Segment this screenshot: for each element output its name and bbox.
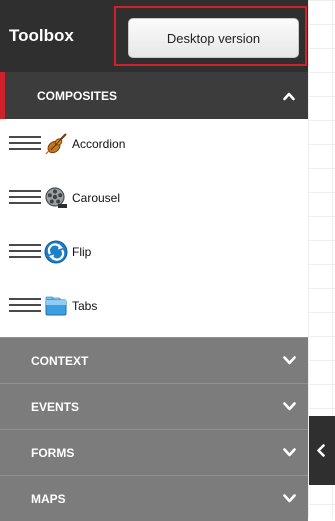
flip-arrows-icon	[44, 240, 68, 264]
film-reel-icon	[45, 187, 67, 208]
category-maps[interactable]: MAPS	[0, 475, 308, 521]
category-label-maps: MAPS	[31, 492, 66, 506]
chevron-down-icon[interactable]	[283, 356, 296, 365]
composites-label: COMPOSITES	[37, 89, 118, 103]
list-item-carousel[interactable]: Carousel	[0, 173, 308, 227]
drag-handle-icon[interactable]	[9, 136, 41, 151]
category-label-context: CONTEXT	[31, 354, 89, 368]
category-label-forms: FORMS	[31, 446, 75, 460]
item-label-carousel: Carousel	[72, 191, 121, 205]
chevron-left-icon	[317, 444, 325, 457]
chevron-up-icon[interactable]	[283, 91, 295, 101]
desktop-version-button[interactable]: Desktop version	[128, 18, 299, 58]
item-label-accordion: Accordion	[72, 137, 126, 151]
category-label-events: EVENTS	[31, 400, 80, 414]
list-item-accordion[interactable]: Accordion	[0, 119, 308, 173]
drag-handle-icon[interactable]	[9, 190, 41, 205]
list-item-tabs[interactable]: Tabs	[0, 281, 308, 335]
chevron-down-icon[interactable]	[283, 494, 296, 503]
drag-handle-icon[interactable]	[9, 244, 41, 259]
item-label-flip: Flip	[72, 245, 92, 259]
chevron-down-icon[interactable]	[283, 448, 296, 457]
active-section-accent	[0, 72, 5, 119]
toolbox-header: Toolbox Desktop version	[0, 0, 308, 72]
item-label-tabs: Tabs	[72, 299, 98, 313]
drag-handle-icon[interactable]	[9, 298, 41, 313]
category-events[interactable]: EVENTS	[0, 383, 308, 429]
category-context[interactable]: CONTEXT	[0, 337, 308, 383]
violin-icon	[45, 133, 67, 155]
chevron-down-icon[interactable]	[283, 402, 296, 411]
category-forms[interactable]: FORMS	[0, 429, 308, 475]
folder-tabs-icon	[45, 296, 67, 316]
toolbox-title: Toolbox	[9, 26, 74, 45]
toolbox-panel: Toolbox Desktop version COMPOSITES Accor…	[0, 0, 308, 521]
list-item-flip[interactable]: Flip	[0, 227, 308, 281]
collapse-panel-button[interactable]	[309, 416, 335, 485]
composites-list: Accordion Carousel Flip Tabs	[0, 119, 308, 337]
composites-section-header[interactable]: COMPOSITES	[0, 72, 308, 119]
